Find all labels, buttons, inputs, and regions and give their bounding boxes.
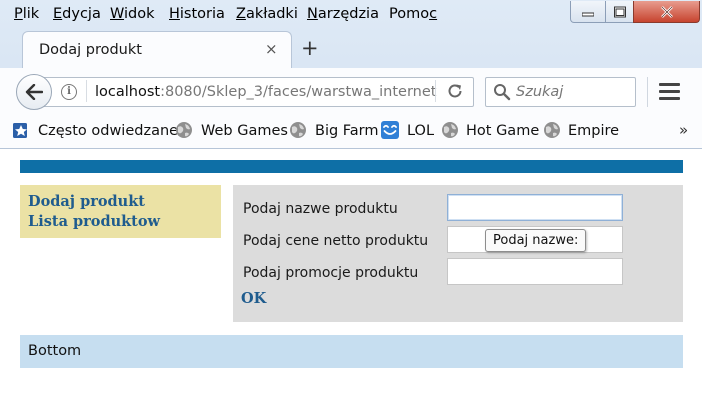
- search-placeholder: Szukaj: [516, 84, 564, 100]
- ok-submit-link[interactable]: OK: [241, 290, 266, 307]
- net-price-label: Podaj cene netto produktu: [243, 233, 429, 249]
- browser-chrome: Plik Edycja Widok Historia Zakładki Narz…: [0, 0, 702, 149]
- bookmark-web-games[interactable]: Web Games: [201, 123, 288, 139]
- info-icon[interactable]: i: [61, 84, 77, 100]
- add-product-link[interactable]: Dodaj produkt: [28, 193, 145, 210]
- close-tab-icon[interactable]: ×: [265, 40, 278, 58]
- bookmark-czesto-odwiedzane[interactable]: Często odwiedzane: [38, 123, 178, 139]
- back-button[interactable]: [16, 74, 52, 110]
- product-form: Podaj nazwe produktu Podaj cene netto pr…: [233, 185, 683, 322]
- menu-pomoc[interactable]: Pomoc: [389, 6, 437, 22]
- menu-widok[interactable]: Widok: [110, 6, 155, 22]
- hamburger-icon-line: [659, 97, 680, 100]
- footer-text: Bottom: [28, 343, 82, 359]
- smiley-icon: [381, 121, 399, 139]
- promotion-input[interactable]: [447, 258, 623, 285]
- bookmark-empire[interactable]: Empire: [568, 123, 619, 139]
- hamburger-icon-line: [659, 90, 680, 93]
- page-content: Dodaj produkt Lista produktow Podaj nazw…: [0, 149, 702, 414]
- product-list-link[interactable]: Lista produktow: [28, 213, 160, 230]
- menu-edycja[interactable]: Edycja: [53, 6, 101, 22]
- bookmark-lol[interactable]: LOL: [407, 123, 434, 139]
- bookmark-hot-game[interactable]: Hot Game: [466, 123, 539, 139]
- menu-plik[interactable]: Plik: [14, 6, 39, 22]
- input-tooltip: Podaj nazwe:: [485, 229, 587, 252]
- menu-zakladki[interactable]: Zakładki: [236, 6, 298, 22]
- hamburger-icon: [659, 83, 680, 86]
- url-separator: [86, 80, 87, 102]
- close-window-button[interactable]: [633, 1, 700, 23]
- globe-icon: [544, 122, 560, 138]
- footer: Bottom: [20, 335, 683, 368]
- header-bar: [20, 160, 683, 173]
- globe-icon: [442, 122, 458, 138]
- url-text[interactable]: localhost:8080/Sklep_3/faces/warstwa_int…: [95, 84, 436, 100]
- product-name-input[interactable]: [447, 194, 623, 221]
- bookmarks-overflow-icon[interactable]: »: [679, 121, 688, 139]
- menu-historia[interactable]: Historia: [169, 6, 225, 22]
- bookmark-big-farm[interactable]: Big Farm: [315, 123, 379, 139]
- maximize-button[interactable]: [605, 1, 634, 23]
- bookmark-star-icon: [13, 123, 27, 138]
- back-arrow-icon: [25, 84, 43, 100]
- menu-button[interactable]: [647, 77, 691, 107]
- minimize-icon: [582, 12, 594, 16]
- globe-icon: [176, 122, 192, 138]
- tab-title: Dodaj produkt: [39, 42, 142, 58]
- tab-dodaj-produkt[interactable]: Dodaj produkt ×: [22, 31, 292, 69]
- close-icon: [660, 5, 673, 18]
- minimize-button[interactable]: [570, 1, 606, 23]
- menu-bar: Plik Edycja Widok Historia Zakładki Narz…: [0, 0, 560, 30]
- left-menu: Dodaj produkt Lista produktow: [20, 185, 221, 238]
- globe-icon: [290, 122, 306, 138]
- product-name-label: Podaj nazwe produktu: [243, 201, 398, 217]
- new-tab-icon[interactable]: +: [301, 36, 319, 60]
- promotion-label: Podaj promocje produktu: [243, 265, 419, 281]
- menu-narzedzia[interactable]: Narzędzia: [307, 6, 379, 22]
- search-icon: [494, 84, 511, 101]
- reload-icon[interactable]: [446, 82, 464, 100]
- maximize-icon: [613, 6, 626, 17]
- reload-separator: [435, 80, 436, 102]
